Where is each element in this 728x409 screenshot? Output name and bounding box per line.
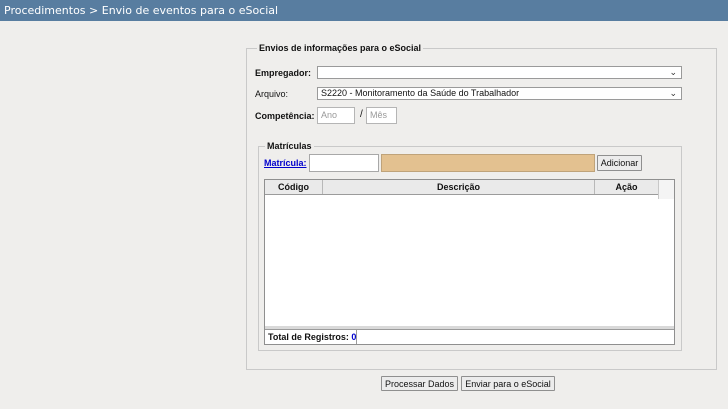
- matricula-link[interactable]: Matrícula:: [264, 158, 307, 168]
- arquivo-value: S2220 - Monitoramento da Saúde do Trabal…: [321, 88, 520, 98]
- competencia-separator: /: [360, 109, 363, 120]
- column-header-acao: Ação: [615, 182, 638, 192]
- competencia-label: Competência:: [255, 111, 315, 121]
- matricula-description-field: [381, 154, 595, 172]
- envios-legend: Envios de informações para o eSocial: [257, 43, 424, 53]
- arquivo-select[interactable]: S2220 - Monitoramento da Saúde do Trabal…: [317, 87, 682, 100]
- total-registros-label: Total de Registros:: [268, 332, 349, 342]
- footer-divider: [265, 326, 674, 329]
- add-matricula-button[interactable]: Adicionar: [597, 155, 642, 171]
- footer-separator: [356, 330, 357, 344]
- column-header-codigo[interactable]: Código: [265, 180, 323, 194]
- table-header: Código Descrição Ação: [265, 180, 658, 195]
- page-title: Procedimentos > Envio de eventos para o …: [0, 0, 728, 21]
- table-scrollbar[interactable]: [658, 180, 674, 199]
- column-header-descricao[interactable]: Descrição: [323, 180, 595, 194]
- process-data-button[interactable]: Processar Dados: [381, 376, 458, 391]
- matriculas-legend: Matrículas: [265, 141, 314, 151]
- empregador-select[interactable]: ⌄: [317, 66, 682, 79]
- send-esocial-button[interactable]: Enviar para o eSocial: [461, 376, 555, 391]
- arquivo-label: Arquivo:: [255, 89, 289, 99]
- empregador-label: Empregador:: [255, 68, 312, 78]
- chevron-down-icon: ⌄: [669, 88, 677, 98]
- competencia-ano-input[interactable]: Ano: [317, 107, 355, 124]
- matricula-input[interactable]: [309, 154, 379, 172]
- competencia-mes-input[interactable]: Mês: [366, 107, 397, 124]
- total-registros: Total de Registros: 0: [268, 332, 356, 342]
- table-footer: Total de Registros: 0: [265, 326, 674, 344]
- matriculas-table: Código Descrição Ação Total de Registros…: [264, 179, 675, 345]
- chevron-down-icon: ⌄: [669, 67, 677, 77]
